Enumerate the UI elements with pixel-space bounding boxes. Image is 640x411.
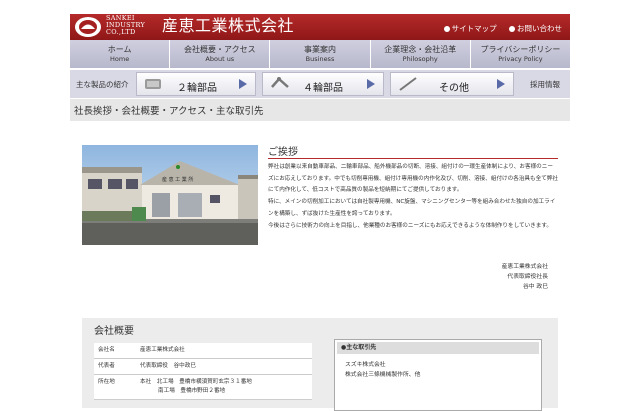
nav-label-jp: プライバシーポリシー (480, 45, 561, 54)
sitemap-link[interactable]: サイトマップ (443, 24, 497, 33)
nav-label-en: Home (110, 55, 130, 63)
product-button-label: その他 (439, 83, 469, 94)
factory-photo: 産 恵 工 業 所 (82, 145, 258, 245)
bike-parts-icon (145, 79, 161, 89)
nav-label-en: About us (205, 55, 235, 63)
products-bar: 主な製品の紹介 ２輪部品 ４輪部品 その他 採用情報 (70, 70, 570, 98)
client-item: スズキ株式会社 (345, 362, 386, 368)
address-line: 本社 北工場 豊橋市横須賀町玄宗３１番地 (140, 379, 252, 385)
logo-english-text: SANKEI INDUSTRY CO.,LTD (106, 14, 146, 36)
nav-label-jp: 会社概要・アクセス (184, 45, 256, 54)
company-table: 会社名 産恵工業株式会社 代表者 代表取締役 谷中政巳 所在地 本社 北工場 豊… (94, 343, 312, 400)
table-value: 本社 北工場 豊橋市横須賀町玄宗３１番地 南工場 豊橋市野田２番地 (136, 374, 312, 400)
product-button-car[interactable]: ４輪部品 (262, 72, 384, 96)
signature-name: 谷中 政巳 (522, 284, 548, 290)
company-title: 会社概要 (94, 326, 134, 337)
arrow-right-icon (497, 79, 505, 89)
nav-item-philosophy[interactable]: 企業理念・会社沿革 Philosophy (369, 40, 470, 68)
contact-link[interactable]: お問い合わせ (509, 24, 562, 33)
breadcrumb: 社長挨拶・会社概要・アクセス・主な取引先 (70, 99, 570, 121)
greeting-signature: 産恵工業株式会社 代表取締役社長 谷中 政巳 (450, 262, 548, 292)
main-nav: ホーム Home 会社概要・アクセス About us 事業案内 Busines… (70, 40, 570, 68)
greeting-paragraph: 今後はさらに技術力の向上を目指し、他業種のお客様のニーズにもお応えできるような体… (268, 222, 552, 229)
nav-label-jp: 企業理念・会社沿革 (384, 45, 457, 54)
clients-box: ●主な取引先 スズキ株式会社 株式会社三條機械製作所、他 (334, 339, 542, 411)
address-line: 南工場 豊橋市野田２番地 (158, 388, 226, 394)
nav-item-about[interactable]: 会社概要・アクセス About us (169, 40, 269, 68)
arrow-right-icon (367, 79, 375, 89)
client-item: 株式会社三條機械製作所、他 (345, 372, 421, 378)
car-parts-icon (271, 77, 289, 88)
nav-label-en: Business (305, 55, 335, 63)
clients-title: ●主な取引先 (337, 342, 539, 354)
header-links: サイトマップ お問い合わせ (434, 23, 562, 34)
products-label: 主な製品の紹介 (76, 80, 129, 89)
divider (268, 158, 558, 159)
greeting-paragraph: 弊社は創業以来自動車部品、二輪車部品、船外機部品の切断、溶接、組付けの一環生産体… (268, 164, 558, 194)
table-row: 所在地 本社 北工場 豊橋市横須賀町玄宗３１番地 南工場 豊橋市野田２番地 (94, 374, 312, 400)
nav-label-jp: 事業案内 (304, 45, 336, 54)
nav-item-privacy[interactable]: プライバシーポリシー Privacy Policy (469, 40, 570, 68)
table-row: 代表者 代表取締役 谷中政巳 (94, 358, 312, 375)
greeting-paragraph: 特に、メインの切削加工においては自社製専用機、NC旋盤、マシニングセンター等を組… (268, 199, 556, 217)
product-button-other[interactable]: その他 (390, 72, 514, 96)
nav-item-home[interactable]: ホーム Home (70, 40, 169, 68)
company-overview: 会社概要 会社名 産恵工業株式会社 代表者 代表取締役 谷中政巳 所在地 本社 … (82, 318, 558, 411)
arrow-right-icon (239, 79, 247, 89)
company-logo-icon[interactable] (74, 16, 102, 38)
page-title: 社長挨拶・会社概要・アクセス・主な取引先 (74, 106, 264, 117)
nav-item-business[interactable]: 事業案内 Business (269, 40, 369, 68)
logo-japanese-text[interactable]: 産恵工業株式会社 (162, 16, 294, 36)
nav-label-en: Privacy Policy (498, 55, 543, 63)
greeting-body: 弊社は創業以来自動車部品、二輪車部品、船外機部品の切断、溶接、組付けの一環生産体… (268, 162, 558, 232)
recruit-link[interactable]: 採用情報 (530, 79, 560, 90)
clients-list: スズキ株式会社 株式会社三條機械製作所、他 (335, 356, 541, 384)
table-key: 会社名 (94, 343, 136, 359)
table-value: 代表取締役 谷中政巳 (136, 358, 312, 375)
nav-label-en: Philosophy (402, 55, 438, 63)
greeting-title: ご挨拶 (268, 147, 298, 158)
bullet-icon (509, 26, 515, 32)
bullet-icon (443, 26, 450, 32)
signature-company: 産恵工業株式会社 (501, 264, 548, 270)
product-button-label: ４輪部品 (303, 83, 343, 94)
signature-role: 代表取締役社長 (507, 274, 548, 280)
site-header: SANKEI INDUSTRY CO.,LTD 産恵工業株式会社 サイトマップ … (70, 14, 570, 40)
product-button-label: ２輪部品 (177, 83, 217, 94)
table-key: 代表者 (94, 358, 136, 375)
other-parts-icon (399, 77, 417, 91)
product-button-bike[interactable]: ２輪部品 (136, 72, 256, 96)
nav-label-jp: ホーム (107, 45, 132, 54)
table-row: 会社名 産恵工業株式会社 (94, 343, 312, 359)
building-sign: 産 恵 工 業 所 (162, 176, 193, 183)
table-key: 所在地 (94, 374, 136, 400)
table-value: 産恵工業株式会社 (136, 343, 312, 359)
